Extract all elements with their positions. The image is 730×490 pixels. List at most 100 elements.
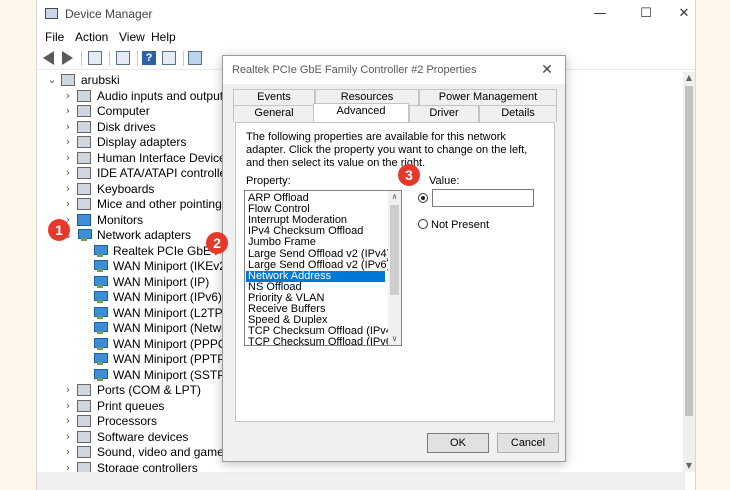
device-category-icon — [77, 152, 91, 164]
monitor-icon — [77, 214, 91, 226]
forward-button[interactable] — [59, 50, 75, 66]
menu-action[interactable]: Action — [75, 30, 108, 44]
tree-item-label: WAN Miniport (SSTP) — [113, 368, 230, 382]
property-item[interactable]: ARP Offload — [248, 193, 387, 204]
device-category-icon — [77, 167, 91, 179]
property-item[interactable]: IPv4 Checksum Offload — [248, 226, 387, 237]
step-badge-3: 3 — [398, 164, 420, 186]
expander-icon[interactable]: › — [63, 197, 73, 211]
dialog-title-bar: Realtek PCIe GbE Family Controller #2 Pr… — [223, 56, 565, 84]
menu-file[interactable]: File — [45, 30, 64, 44]
list-scroll-thumb[interactable] — [390, 205, 399, 295]
step-badge-2: 2 — [206, 232, 228, 254]
scroll-up-icon[interactable]: ▲ — [683, 72, 695, 84]
expander-icon[interactable]: › — [63, 399, 73, 413]
network-adapter-icon — [93, 307, 108, 319]
tree-item-label: Processors — [97, 414, 158, 428]
not-present-radio[interactable] — [418, 219, 428, 229]
help-button[interactable]: ? — [141, 50, 157, 66]
tree-item-label: Ports (COM & LPT) — [97, 383, 202, 397]
menu-bar: File Action View Help — [37, 28, 695, 46]
scroll-down-icon[interactable]: ▼ — [683, 460, 695, 472]
property-item[interactable]: TCP Checksum Offload (IPv6) — [248, 337, 396, 345]
tree-vertical-scrollbar[interactable]: ▲ ▼ — [683, 72, 695, 472]
property-item[interactable]: Flow Control — [248, 204, 387, 215]
action-pane-icon — [162, 51, 176, 65]
tree-item-label: WAN Miniport (PPTP) — [113, 352, 230, 366]
toolbar-separator — [137, 51, 138, 66]
advanced-description: The following properties are available f… — [246, 131, 528, 169]
property-item[interactable]: Speed & Duplex — [248, 315, 387, 326]
property-item[interactable]: Priority & VLAN — [248, 292, 387, 304]
ok-button[interactable]: OK — [427, 433, 489, 453]
value-input[interactable] — [432, 189, 534, 207]
tab-advanced[interactable]: Advanced — [313, 103, 409, 122]
expander-icon[interactable]: › — [63, 104, 73, 118]
property-item[interactable]: Jumbo Frame — [248, 237, 387, 248]
tree-item-label: arubski — [81, 73, 120, 87]
tree-item-label: Disk drives — [97, 120, 156, 134]
property-label: Property: — [246, 175, 291, 187]
tab-driver[interactable]: Driver — [409, 105, 479, 122]
property-item[interactable]: TCP Checksum Offload (IPv4) — [248, 326, 396, 337]
expander-icon[interactable]: › — [63, 383, 73, 397]
scan-hardware-button[interactable] — [187, 50, 203, 66]
device-category-icon — [77, 90, 91, 102]
show-hide-console-tree-button[interactable] — [87, 50, 103, 66]
value-radio[interactable] — [418, 193, 428, 203]
expander-icon[interactable]: › — [63, 151, 73, 165]
tab-events[interactable]: Events — [233, 89, 315, 105]
dialog-close-button[interactable]: ✕ — [537, 60, 557, 80]
close-button[interactable]: ✕ — [669, 4, 699, 24]
property-item[interactable]: NS Offload — [248, 281, 387, 293]
maximize-button[interactable]: ☐ — [631, 4, 661, 24]
expander-icon[interactable]: › — [63, 430, 73, 444]
expander-icon[interactable]: › — [63, 182, 73, 196]
expander-icon[interactable]: › — [63, 120, 73, 134]
tree-item-label: WAN Miniport (IPv6) — [113, 290, 222, 304]
property-item[interactable]: Receive Buffers — [248, 304, 387, 315]
help-icon: ? — [142, 51, 156, 65]
toolbar-separator — [109, 51, 110, 66]
property-item[interactable]: Large Send Offload v2 (IPv6) — [248, 259, 390, 271]
expander-icon[interactable]: › — [63, 89, 73, 103]
property-item[interactable]: Large Send Offload v2 (IPv4) — [248, 248, 390, 260]
tree-item-label: Display adapters — [97, 135, 187, 149]
device-category-icon — [77, 183, 91, 195]
minimize-button[interactable]: — — [585, 4, 615, 24]
tree-item-label: Human Interface Devices — [97, 151, 232, 165]
toolbar-separator — [81, 51, 82, 66]
device-category-icon — [77, 431, 91, 443]
property-item[interactable]: Interrupt Moderation — [248, 215, 387, 226]
device-category-icon — [77, 384, 91, 396]
tab-details[interactable]: Details — [479, 105, 557, 122]
list-scroll-down-icon[interactable]: ∨ — [388, 333, 401, 345]
property-list[interactable]: TCP Checksum Offload (IPv6) TCP Checksum … — [244, 190, 402, 346]
expander-icon[interactable]: › — [63, 445, 73, 459]
back-button[interactable] — [41, 50, 57, 66]
scroll-thumb[interactable] — [685, 86, 693, 416]
computer-icon — [61, 74, 75, 86]
expander-icon[interactable]: ⌄ — [47, 73, 57, 87]
menu-view[interactable]: View — [119, 30, 145, 44]
advanced-tab-panel: The following properties are available f… — [235, 122, 555, 422]
window-title: Device Manager — [65, 7, 153, 21]
expander-icon[interactable]: › — [63, 166, 73, 180]
property-list-scrollbar[interactable]: ∧ ∨ — [388, 191, 401, 345]
console-tree-icon — [88, 51, 102, 65]
cancel-button[interactable]: Cancel — [497, 433, 559, 453]
list-scroll-up-icon[interactable]: ∧ — [388, 191, 401, 203]
action-pane-button[interactable] — [161, 50, 177, 66]
dialog-title: Realtek PCIe GbE Family Controller #2 Pr… — [232, 64, 477, 76]
tab-general[interactable]: General — [233, 105, 315, 122]
expander-icon[interactable]: › — [63, 414, 73, 428]
network-adapter-icon — [93, 353, 108, 365]
not-present-label: Not Present — [431, 219, 490, 231]
expander-icon[interactable]: › — [63, 135, 73, 149]
tree-item-label: Audio inputs and outputs — [97, 89, 230, 103]
tab-power-management[interactable]: Power Management — [419, 89, 557, 105]
menu-help[interactable]: Help — [151, 30, 176, 44]
properties-button[interactable] — [115, 50, 131, 66]
property-item[interactable]: Network Address — [246, 270, 385, 282]
tree-horizontal-scrollbar[interactable] — [37, 472, 685, 490]
